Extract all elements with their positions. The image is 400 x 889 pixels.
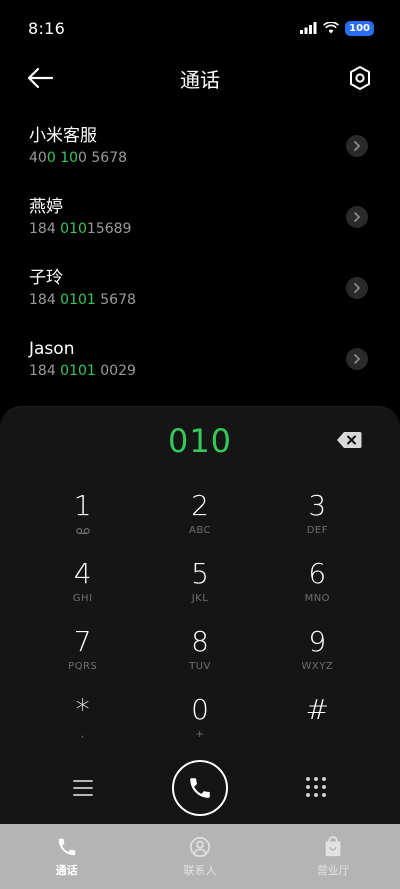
store-icon	[325, 836, 341, 857]
contact-number: 184 01015689	[29, 221, 132, 237]
battery-indicator: 100	[345, 20, 374, 36]
chevron-right-icon[interactable]	[346, 277, 368, 299]
contact-number: 184 0101 0029	[29, 363, 136, 379]
contact-number: 184 0101 5678	[29, 292, 136, 308]
key-1[interactable]: 1	[24, 485, 141, 553]
key-digit: 1	[73, 489, 92, 522]
contact-item[interactable]: 小米客服 400 100 5678	[0, 110, 400, 181]
key-digit: 9	[308, 625, 327, 658]
contact-item[interactable]: Jason 184 0101 0029	[0, 323, 400, 394]
key-letters: ,	[80, 729, 85, 740]
key-digit: 0	[191, 693, 209, 726]
key-hash[interactable]: #	[259, 689, 376, 757]
key-letters: TUV	[189, 661, 211, 672]
contact-name: Jason	[29, 339, 75, 359]
nav-label: 联系人	[183, 864, 217, 877]
key-digit: 8	[191, 625, 209, 658]
key-digit: *	[75, 693, 90, 726]
dialer-panel: 010 1 2 ABC 3 DEF 4 GHI 5 JKL 6 MNO 7 PQ…	[0, 406, 400, 824]
contact-name: 燕婷	[29, 197, 63, 217]
signal-icon	[300, 22, 317, 34]
contacts-icon	[189, 837, 210, 857]
key-letters: GHI	[72, 593, 93, 604]
key-digit: 5	[191, 557, 209, 590]
contact-suggestions: 小米客服 400 100 5678 燕婷 184 01015689 子玲 184…	[0, 110, 400, 394]
settings-icon[interactable]	[348, 65, 372, 91]
key-9[interactable]: 9 WXYZ	[259, 621, 376, 689]
chevron-right-icon[interactable]	[346, 206, 368, 228]
key-digit: 6	[308, 557, 327, 590]
phone-icon	[58, 838, 75, 856]
key-2[interactable]: 2 ABC	[141, 485, 258, 553]
key-letters: DEF	[306, 525, 328, 536]
key-letters: ABC	[188, 525, 211, 536]
key-digit: 7	[73, 625, 92, 658]
key-8[interactable]: 8 TUV	[141, 621, 258, 689]
bottom-nav: 通话 联系人 营业厅	[0, 824, 400, 889]
status-icons: 100	[300, 20, 374, 36]
phone-icon	[190, 778, 210, 798]
contact-number: 400 100 5678	[29, 150, 128, 166]
key-6[interactable]: 6 MNO	[259, 553, 376, 621]
wifi-icon	[323, 22, 340, 34]
nav-label: 营业厅	[316, 864, 350, 877]
key-3[interactable]: 3 DEF	[259, 485, 376, 553]
keypad: 1 2 ABC 3 DEF 4 GHI 5 JKL 6 MNO 7 PQRS 8…	[24, 485, 376, 757]
contact-name: 子玲	[29, 268, 63, 288]
page-title: 通话	[180, 67, 220, 92]
nav-item-calls[interactable]: 通话	[0, 824, 133, 889]
nav-item-store[interactable]: 营业厅	[267, 824, 400, 889]
key-7[interactable]: 7 PQRS	[24, 621, 141, 689]
key-letters: +	[195, 729, 205, 740]
contact-name: 小米客服	[29, 126, 97, 146]
status-bar: 8:16 100	[0, 0, 400, 56]
key-digit: 2	[191, 489, 209, 522]
key-digit: 3	[308, 489, 327, 522]
call-button[interactable]	[172, 760, 228, 816]
contact-item[interactable]: 燕婷 184 01015689	[0, 181, 400, 252]
dial-actions	[0, 759, 400, 819]
chevron-right-icon[interactable]	[346, 348, 368, 370]
key-letters: MNO	[304, 593, 331, 604]
dialpad-grid-icon[interactable]	[305, 776, 327, 798]
voicemail-icon	[75, 527, 90, 535]
back-arrow-icon[interactable]	[26, 66, 54, 90]
app-header: 通话	[0, 56, 400, 100]
nav-label: 通话	[55, 864, 78, 877]
key-letters: PQRS	[68, 661, 98, 672]
key-letters: WXYZ	[301, 661, 334, 672]
menu-icon[interactable]	[72, 777, 94, 799]
key-letters: JKL	[191, 593, 209, 604]
status-time: 8:16	[28, 18, 66, 38]
key-digit: 4	[73, 557, 92, 590]
backspace-icon[interactable]	[336, 431, 362, 449]
key-0[interactable]: 0 +	[141, 689, 258, 757]
key-digit: #	[305, 693, 330, 726]
nav-item-contacts[interactable]: 联系人	[133, 824, 266, 889]
key-star[interactable]: * ,	[24, 689, 141, 757]
contact-item[interactable]: 子玲 184 0101 5678	[0, 252, 400, 323]
key-4[interactable]: 4 GHI	[24, 553, 141, 621]
chevron-right-icon[interactable]	[346, 135, 368, 157]
key-5[interactable]: 5 JKL	[141, 553, 258, 621]
